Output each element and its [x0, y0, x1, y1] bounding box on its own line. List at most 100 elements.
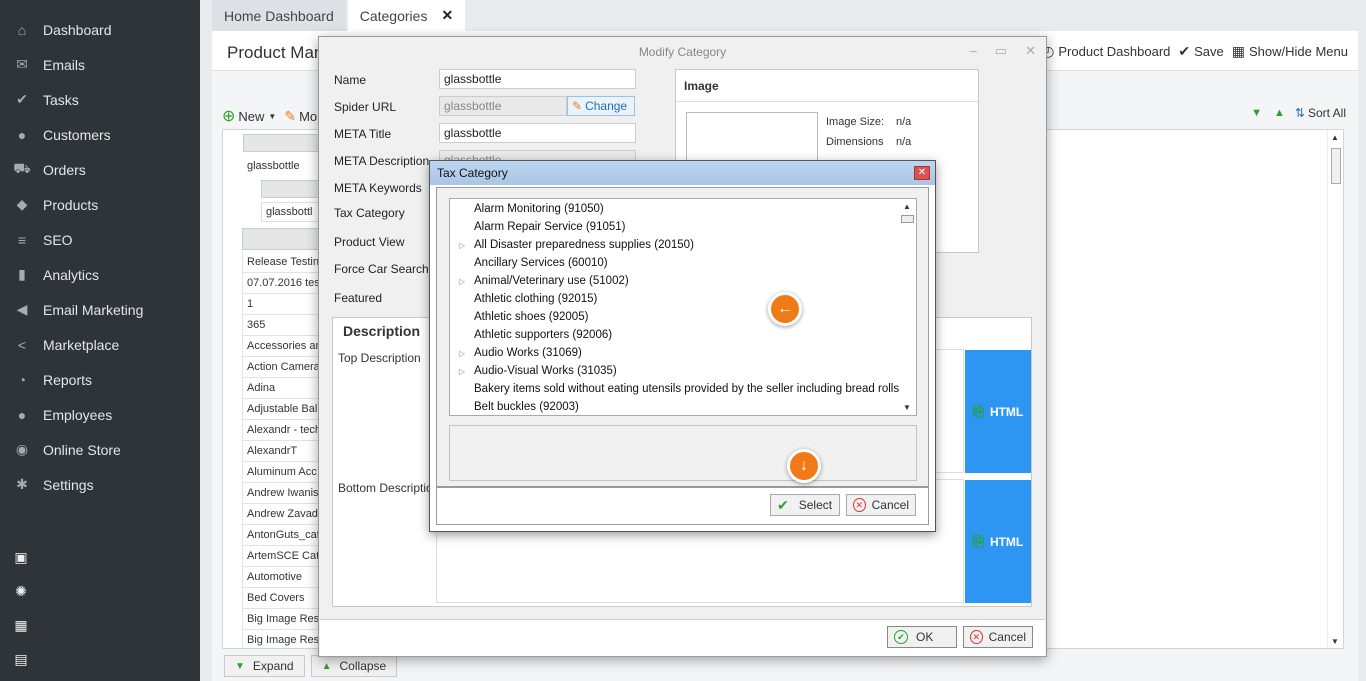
list-scrollbar[interactable]: ▲ ▼	[899, 199, 916, 415]
calculator-icon[interactable]: ▦	[12, 616, 30, 634]
meta-description-label: META Description	[334, 154, 430, 168]
scroll-down-icon[interactable]: ▼	[903, 403, 911, 412]
ok-label: OK	[916, 630, 934, 644]
expand-arrow-icon[interactable]: ▷	[450, 277, 474, 286]
bottom-html-button[interactable]: ⎘ HTML	[965, 480, 1031, 603]
close-icon[interactable]: ✕	[441, 7, 453, 24]
show-hide-menu-button[interactable]: ▦ Show/Hide Menu	[1232, 43, 1348, 60]
sidebar-item-label: Online Store	[43, 441, 121, 458]
expand-arrow-icon[interactable]: ▷	[450, 367, 474, 376]
cancel-button[interactable]: ✕ Cancel	[963, 626, 1033, 648]
sidebar-item-emails[interactable]: ✉ Emails	[0, 47, 200, 82]
sidebar-item-label: Reports	[43, 371, 93, 388]
sidebar-item-settings[interactable]: ✱ Settings	[0, 467, 200, 502]
tax-category-item[interactable]: Alarm Repair Service (91051)	[450, 218, 900, 236]
meta-title-field[interactable]: glassbottle	[439, 123, 636, 143]
save-button[interactable]: ✔ Save	[1178, 43, 1223, 60]
scroll-up-icon[interactable]: ▲	[903, 202, 911, 211]
expand-arrow-icon[interactable]: ▷	[450, 349, 474, 358]
minimize-icon[interactable]: –	[970, 43, 977, 59]
select-button[interactable]: ✔ Select	[770, 494, 840, 516]
sidebar-item-reports[interactable]: ◔ Reports	[0, 362, 200, 397]
sidebar-item-customers[interactable]: ● Customers	[0, 117, 200, 152]
cancel-button[interactable]: ✕ Cancel	[846, 494, 916, 516]
header-actions: ◴ Product Dashboard ✔ Save ▦ Show/Hide Menu	[1034, 43, 1348, 60]
spider-url-field[interactable]: glassbottle	[439, 96, 567, 116]
sidebar-item-label: Dashboard	[43, 21, 112, 38]
tax-category-label: Audio-Visual Works (31035)	[474, 365, 617, 377]
tree-node-root[interactable]: glassbottle	[243, 156, 300, 176]
maximize-icon[interactable]: ▭	[995, 43, 1007, 59]
tab-bar: Home Dashboard Categories ✕	[212, 0, 467, 31]
sidebar-item-employees[interactable]: ● Employees	[0, 397, 200, 432]
close-icon[interactable]: ✕	[914, 166, 930, 180]
sidebar-item-email-marketing[interactable]: ◀ Email Marketing	[0, 292, 200, 327]
image-size-label: Image Size:	[826, 116, 885, 128]
tax-category-item[interactable]: Athletic shoes (92005)	[450, 308, 900, 326]
tax-category-item[interactable]: Bakery items sold without eating utensil…	[450, 380, 900, 398]
tax-category-item[interactable]: ▷ Animal/Veterinary use (51002)	[450, 272, 900, 290]
move-up-icon[interactable]: ▲	[1274, 107, 1285, 119]
bar-chart-icon: ▮	[18, 266, 26, 282]
collapse-button[interactable]: ▲ Collapse	[310, 655, 398, 677]
envelope-icon: ✉	[16, 56, 28, 72]
scroll-down-icon[interactable]: ▼	[1331, 637, 1339, 646]
tab-home-dashboard[interactable]: Home Dashboard	[212, 0, 346, 31]
tax-category-item[interactable]: Belt buckles (92003)	[450, 398, 900, 415]
scroll-thumb[interactable]	[1331, 148, 1341, 184]
ok-button[interactable]: ✔ OK	[887, 626, 957, 648]
expand-button[interactable]: ▼ Expand	[224, 655, 305, 677]
globe-icon: ◉	[15, 441, 29, 457]
tax-category-label: Bakery items sold without eating utensil…	[474, 383, 900, 395]
lightbulb-icon[interactable]: ✺	[12, 582, 30, 600]
sidebar-item-products[interactable]: ◆ Products	[0, 187, 200, 222]
sidebar-item-online-store[interactable]: ◉ Online Store	[0, 432, 200, 467]
sidebar-item-orders[interactable]: ⛟ Orders	[0, 152, 200, 187]
product-dashboard-button[interactable]: ◴ Product Dashboard	[1042, 43, 1170, 60]
sidebar-item-dashboard[interactable]: ⌂ Dashboard	[0, 12, 200, 47]
check-circle-icon: ✔	[1178, 43, 1191, 59]
change-button[interactable]: ✎ Change	[567, 96, 635, 116]
arrow-up-icon: ▲	[321, 660, 332, 672]
users-icon: ●	[17, 406, 27, 423]
sidebar-item-seo[interactable]: ≡ SEO	[0, 222, 200, 257]
calendar-icon[interactable]: ▤	[12, 650, 30, 668]
top-html-button[interactable]: ⎘ HTML	[965, 350, 1031, 473]
show-hide-label: Show/Hide Menu	[1249, 44, 1348, 59]
sidebar-item-tasks[interactable]: ✔ Tasks	[0, 82, 200, 117]
layout-icon[interactable]: ▣	[12, 548, 30, 566]
tax-category-item[interactable]: ▷ Audio-Visual Works (31035)	[450, 362, 900, 380]
expand-label: Expand	[252, 659, 294, 673]
dimensions-value: n/a	[896, 136, 912, 148]
sidebar-item-label: Employees	[43, 406, 113, 423]
sidebar-tools: ▣ ✺ ▦ ▤	[12, 548, 30, 681]
tree-scrollbar[interactable]: ▲ ▼	[1327, 130, 1343, 648]
tax-category-label: Audio Works (31069)	[474, 347, 582, 359]
new-button[interactable]: ⊕ New ▼	[222, 106, 276, 126]
tab-label: Categories	[359, 7, 428, 24]
tax-category-item[interactable]: Athletic clothing (92015)	[450, 290, 900, 308]
tax-category-item[interactable]: ▷ All Disaster preparedness supplies (201…	[450, 236, 900, 254]
sidebar-item-analytics[interactable]: ▮ Analytics	[0, 257, 200, 292]
chevron-down-icon: ▼	[268, 111, 277, 121]
scroll-thumb[interactable]	[901, 215, 914, 223]
tab-categories[interactable]: Categories ✕	[347, 0, 466, 31]
scroll-up-icon[interactable]: ▲	[1331, 133, 1339, 142]
tax-category-item[interactable]: Alarm Monitoring (91050)	[450, 200, 900, 218]
sidebar-item-label: Orders	[43, 161, 86, 178]
product-dashboard-label: Product Dashboard	[1058, 44, 1171, 59]
force-car-search-label: Force Car Search	[334, 262, 429, 276]
sort-all-button[interactable]: ⇅ Sort All	[1295, 106, 1346, 120]
modify-button[interactable]: ✎ Mo	[284, 106, 317, 126]
description-tab[interactable]: Description	[343, 323, 420, 339]
sidebar-item-marketplace[interactable]: < Marketplace	[0, 327, 200, 362]
tax-category-item[interactable]: Athletic supporters (92006)	[450, 326, 900, 344]
sidebar-item-label: Email Marketing	[43, 301, 144, 318]
tax-category-item[interactable]: Ancillary Services (60010)	[450, 254, 900, 272]
close-icon[interactable]: ✕	[1025, 43, 1036, 59]
move-down-icon[interactable]: ▼	[1251, 107, 1262, 119]
tax-category-item[interactable]: ▷ Audio Works (31069)	[450, 344, 900, 362]
expand-arrow-icon[interactable]: ▷	[450, 241, 474, 250]
name-field[interactable]: glassbottle	[439, 69, 636, 89]
megaphone-icon: ◀	[16, 301, 28, 317]
